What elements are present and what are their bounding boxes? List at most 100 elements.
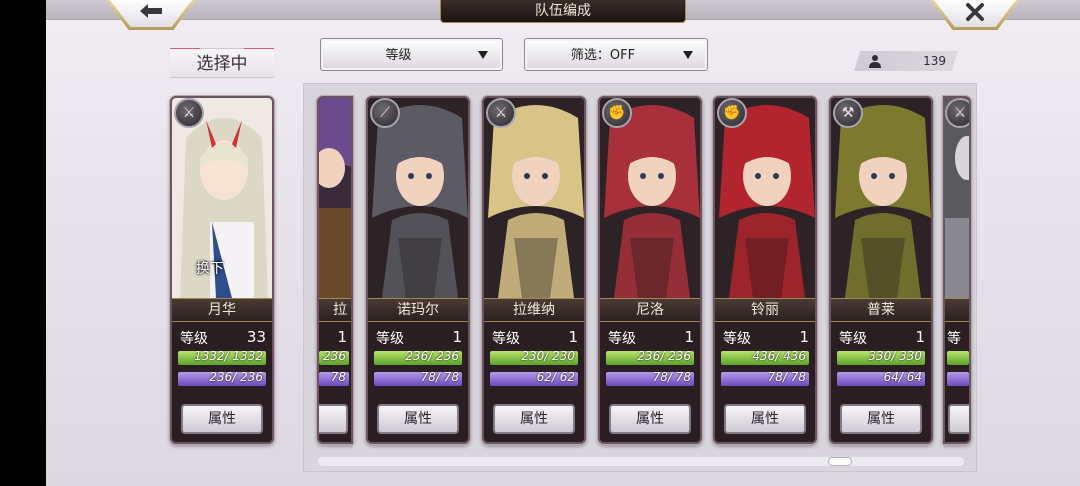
hp-bar: 236/ 236: [374, 351, 462, 365]
hp-bar: [947, 351, 969, 365]
unit-card[interactable]: ⟋ 诺玛尔 等级 1 236/ 236 78/ 78 属性: [366, 96, 470, 444]
unit-name: 拉: [319, 298, 351, 322]
unit-name: 月华: [172, 298, 272, 322]
level-value: 33: [246, 328, 266, 346]
mp-text: 78/ 78: [652, 372, 691, 384]
close-x-icon: [966, 3, 984, 21]
level-label: 等级: [839, 331, 867, 347]
level-label: 等级: [180, 331, 208, 347]
team-formation-screen: 队伍编成 选择中 等级 筛选：OFF 139 ⚔ 换下 月华 等级 33 133…: [46, 0, 1080, 486]
filter-dropdown[interactable]: 筛选：OFF: [524, 38, 708, 71]
mp-text: 78: [330, 372, 346, 384]
attributes-button[interactable]: 属性: [493, 404, 575, 434]
attributes-button[interactable]: 属性: [377, 404, 459, 434]
level-row: 等级 1: [723, 328, 809, 348]
unit-portrait: [319, 98, 351, 298]
mp-bar: 64/ 64: [837, 372, 925, 386]
hp-bar: 436/ 436: [721, 351, 809, 365]
mp-bar: 62/ 62: [490, 372, 578, 386]
level-row: 等级 1: [376, 328, 462, 348]
hp-bar: 330/ 330: [837, 351, 925, 365]
level-value: 1: [915, 328, 925, 346]
unit-count-badge: 139: [854, 51, 958, 71]
unit-name: 尼洛: [600, 298, 700, 322]
mp-text: 78/ 78: [767, 372, 806, 384]
attributes-button[interactable]: 属性: [609, 404, 691, 434]
hp-text: 1332/ 1332: [194, 351, 263, 363]
sword-icon: ⚔: [174, 98, 204, 128]
spear-icon: ⟋: [370, 98, 400, 128]
mp-text: 236/ 236: [209, 372, 263, 384]
level-value: 1: [452, 328, 462, 346]
unit-name: 铃丽: [715, 298, 815, 322]
level-row: 等级: [947, 328, 963, 367]
level-label: 等级: [608, 331, 636, 347]
level-row: 等级 1: [608, 328, 694, 348]
mp-bar: 78/ 78: [374, 372, 462, 386]
level-row: 等级 1: [492, 328, 578, 348]
hp-text: 236/ 236: [637, 351, 691, 363]
unit-name: 诺玛尔: [368, 298, 468, 322]
unit-portrait: [484, 98, 584, 298]
close-button[interactable]: [930, 0, 1020, 30]
unit-portrait: [831, 98, 931, 298]
level-row: 等级 1: [839, 328, 925, 348]
fist-icon: ✊: [602, 98, 632, 128]
unit-name-bar: [945, 298, 969, 322]
mp-bar: 78/ 78: [606, 372, 694, 386]
mp-text: 64/ 64: [883, 372, 922, 384]
attributes-button[interactable]: [319, 404, 348, 434]
left-arrow-icon: [140, 4, 162, 18]
chevron-down-icon: [683, 51, 693, 59]
unit-name: 普莱: [831, 298, 931, 322]
back-button[interactable]: [106, 0, 196, 30]
sort-dropdown-value: 等级: [385, 48, 412, 63]
unit-count: 139: [923, 54, 946, 68]
hp-text: 236: [323, 351, 346, 363]
horizontal-scrollbar-track[interactable]: [318, 457, 964, 466]
sword-icon: ⚔: [945, 98, 969, 128]
level-value: 1: [799, 328, 809, 346]
horizontal-scrollbar-thumb[interactable]: [828, 457, 852, 466]
selected-unit-card[interactable]: ⚔ 换下 月华 等级 33 1332/ 1332 236/ 236 属性: [170, 96, 274, 444]
hp-bar: 236: [319, 351, 349, 365]
unit-card-partial[interactable]: ⚔ 等级: [943, 96, 971, 444]
mp-bar: 236/ 236: [178, 372, 266, 386]
hp-text: 436/ 436: [752, 351, 806, 363]
attributes-button[interactable]: 属性: [181, 404, 263, 434]
attributes-button[interactable]: [948, 404, 969, 434]
hp-bar-fill: [947, 351, 969, 365]
unit-card[interactable]: ✊ 尼洛 等级 1 236/ 236 78/ 78 属性: [598, 96, 702, 444]
level-label: 等级: [723, 331, 751, 347]
hp-text: 230/ 230: [521, 351, 575, 363]
sort-dropdown[interactable]: 等级: [320, 38, 503, 71]
unit-card-partial[interactable]: 拉 1 236 78: [317, 96, 353, 444]
unit-card[interactable]: ⚔ 拉维纳 等级 1 230/ 230 62/ 62 属性: [482, 96, 586, 444]
level-label: 等级: [492, 331, 520, 347]
mp-text: 62/ 62: [536, 372, 575, 384]
person-icon: [869, 55, 881, 68]
level-row: 1: [319, 328, 347, 348]
filter-dropdown-value: 筛选：OFF: [570, 48, 636, 63]
mp-bar: 78/ 78: [721, 372, 809, 386]
unit-name: 拉维纳: [484, 298, 584, 322]
level-value: 1: [684, 328, 694, 346]
unit-portrait: [945, 98, 969, 298]
level-value: 1: [337, 328, 347, 346]
level-value: 1: [568, 328, 578, 346]
unit-portrait: [715, 98, 815, 298]
attributes-button[interactable]: 属性: [724, 404, 806, 434]
unit-portrait: [600, 98, 700, 298]
selected-label: 选择中: [170, 48, 274, 78]
hp-text: 236/ 236: [405, 351, 459, 363]
chevron-down-icon: [478, 51, 488, 59]
unit-card[interactable]: ⚒ 普莱 等级 1 330/ 330 64/ 64 属性: [829, 96, 933, 444]
mp-bar-fill: [947, 372, 969, 386]
attributes-button[interactable]: 属性: [840, 404, 922, 434]
page-title: 队伍编成: [440, 0, 686, 23]
mp-bar: 78: [319, 372, 349, 386]
hp-bar: 230/ 230: [490, 351, 578, 365]
fist-icon: ✊: [717, 98, 747, 128]
unit-card[interactable]: ✊ 铃丽 等级 1 436/ 436 78/ 78 属性: [713, 96, 817, 444]
level-label: 等级: [376, 331, 404, 347]
